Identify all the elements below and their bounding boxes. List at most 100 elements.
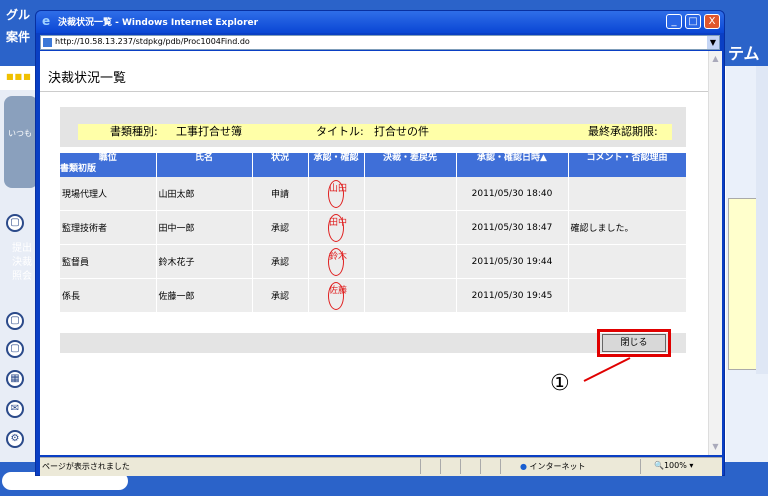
background-label-1: グル — [6, 8, 31, 22]
header-name[interactable]: 氏名 — [156, 153, 253, 177]
approval-status-table: 職位 書類初版 氏名 状況 承認・確認 決裁・差戻先 承認・確認日時▲ コメント… — [60, 153, 687, 313]
background-user-box[interactable]: いつも — [4, 96, 38, 188]
page-content: 決裁状況一覧 書類種別: 工事打合せ簿 タイトル: 打合せの件 最終承認期限: … — [40, 51, 708, 455]
status-separator — [420, 459, 421, 474]
ie-logo-icon: e — [42, 14, 51, 28]
side-link-3[interactable]: 照会 — [12, 270, 32, 284]
document-icon-2[interactable]: ▢ — [6, 312, 24, 330]
close-button-highlight — [597, 329, 671, 357]
scroll-down-icon[interactable]: ▼ — [710, 441, 721, 453]
cell-datetime: 2011/05/30 18:40 — [456, 177, 569, 211]
approval-stamp: 田中 — [328, 213, 347, 242]
minimize-icon: _ — [671, 16, 677, 27]
magnifier-icon: 🔍 — [654, 461, 664, 470]
cell-comment — [568, 177, 687, 211]
window-title: 決裁状況一覧 - Windows Internet Explorer — [58, 18, 259, 28]
background-side-links: 提出 決裁 照会 — [12, 242, 32, 284]
cell-returned-to — [364, 177, 457, 211]
cell-position: 監理技術者 — [60, 210, 157, 245]
status-separator — [440, 459, 441, 474]
header-returned-to[interactable]: 決裁・差戻先 — [364, 153, 457, 177]
table-row: 現場代理人 山田太郎 申請 山田 2011/05/30 18:40 — [60, 177, 687, 211]
zone-label: インターネット — [529, 462, 586, 471]
cell-datetime: 2011/05/30 19:45 — [456, 278, 569, 313]
header-comment[interactable]: コメント・否認理由 — [568, 153, 687, 177]
status-separator — [640, 459, 641, 474]
address-bar[interactable]: http://10.58.13.237/stdpkg/pdb/Proc1004F… — [40, 35, 720, 50]
table-header-row: 職位 書類初版 氏名 状況 承認・確認 決裁・差戻先 承認・確認日時▲ コメント… — [60, 153, 687, 177]
status-separator — [480, 459, 481, 474]
status-text: ページが表示されました — [42, 462, 130, 471]
globe-icon: ● — [520, 462, 527, 471]
cell-stamp: 佐藤 — [308, 278, 365, 313]
status-separator — [500, 459, 501, 474]
cell-name: 鈴木花子 — [156, 244, 253, 279]
table-row: 監督員 鈴木花子 承認 鈴木 2011/05/30 19:44 — [60, 244, 687, 279]
zoom-control[interactable]: 🔍100% ▾ — [654, 461, 693, 470]
page-title: 決裁状況一覧 — [48, 71, 127, 86]
chevron-down-icon[interactable]: ▼ — [707, 36, 719, 49]
header-position-label: 職位 — [98, 153, 117, 163]
background-user-label: いつも — [8, 129, 32, 138]
document-type-label: 書類種別: — [110, 125, 158, 138]
header-status[interactable]: 状況 — [252, 153, 309, 177]
cell-comment: 確認しました。 — [568, 210, 687, 245]
table-row: 係長 佐藤一郎 承認 佐藤 2011/05/30 19:45 — [60, 278, 687, 313]
deadline-label: 最終承認期限: — [588, 125, 658, 138]
maximize-button[interactable]: □ — [685, 14, 701, 29]
document-icon[interactable]: ▢ — [6, 214, 24, 232]
cell-name: 佐藤一郎 — [156, 278, 253, 313]
approval-stamp: 佐藤 — [328, 281, 347, 310]
cell-status: 承認 — [252, 278, 309, 313]
cell-name: 山田太郎 — [156, 177, 253, 211]
cell-stamp: 田中 — [308, 210, 365, 245]
mail-icon[interactable]: ✉ — [6, 400, 24, 418]
address-url[interactable]: http://10.58.13.237/stdpkg/pdb/Proc1004F… — [55, 37, 250, 46]
cell-comment — [568, 244, 687, 279]
cell-returned-to — [364, 278, 457, 313]
page-scrollbar[interactable]: ▲ ▼ — [708, 51, 722, 455]
side-link-2[interactable]: 決裁 — [12, 256, 32, 270]
header-position[interactable]: 職位 書類初版 — [60, 153, 157, 177]
header-first-version: 書類初版 — [60, 164, 97, 174]
cell-stamp: 鈴木 — [308, 244, 365, 279]
cell-status: 申請 — [252, 177, 309, 211]
background-label-2: 案件 — [6, 30, 31, 44]
cell-datetime: 2011/05/30 18:47 — [456, 210, 569, 245]
close-window-button[interactable]: X — [704, 14, 720, 29]
background-dots: ■■■ — [6, 72, 32, 81]
page-icon — [43, 38, 52, 47]
background-system-title: テム — [728, 44, 760, 63]
document-title-value: 打合せの件 — [374, 125, 429, 138]
cell-returned-to — [364, 210, 457, 245]
scroll-up-icon[interactable]: ▲ — [710, 53, 721, 65]
cell-comment — [568, 278, 687, 313]
cell-position: 現場代理人 — [60, 177, 157, 211]
document-info-bar: 書類種別: 工事打合せ簿 タイトル: 打合せの件 最終承認期限: — [78, 124, 672, 140]
callout-number: ① — [550, 371, 570, 396]
document-title-label: タイトル: — [316, 125, 364, 138]
settings-icon[interactable]: ⚙ — [6, 430, 24, 448]
approval-stamp: 鈴木 — [328, 247, 347, 276]
minimize-button[interactable]: _ — [666, 14, 682, 29]
cell-position: 監督員 — [60, 244, 157, 279]
close-button-panel — [60, 333, 686, 353]
ie-window: e 決裁状況一覧 - Windows Internet Explorer _ □… — [35, 10, 725, 476]
window-titlebar[interactable]: e 決裁状況一覧 - Windows Internet Explorer _ □… — [36, 11, 724, 33]
maximize-icon: □ — [688, 16, 698, 27]
side-link-1[interactable]: 提出 — [12, 242, 32, 256]
close-icon: X — [708, 16, 716, 27]
background-scrollbar[interactable] — [756, 66, 768, 374]
header-datetime[interactable]: 承認・確認日時▲ — [456, 153, 569, 177]
cell-datetime: 2011/05/30 19:44 — [456, 244, 569, 279]
heading-divider — [40, 91, 708, 92]
cell-status: 承認 — [252, 210, 309, 245]
status-bar: ページが表示されました ● インターネット 🔍100% ▾ — [40, 457, 722, 476]
document-type-value: 工事打合せ簿 — [176, 125, 242, 138]
cell-stamp: 山田 — [308, 177, 365, 211]
folder-icon[interactable]: ▢ — [6, 340, 24, 358]
header-approval[interactable]: 承認・確認 — [308, 153, 365, 177]
cell-status: 承認 — [252, 244, 309, 279]
calendar-icon[interactable]: ▦ — [6, 370, 24, 388]
approval-stamp: 山田 — [328, 179, 347, 208]
